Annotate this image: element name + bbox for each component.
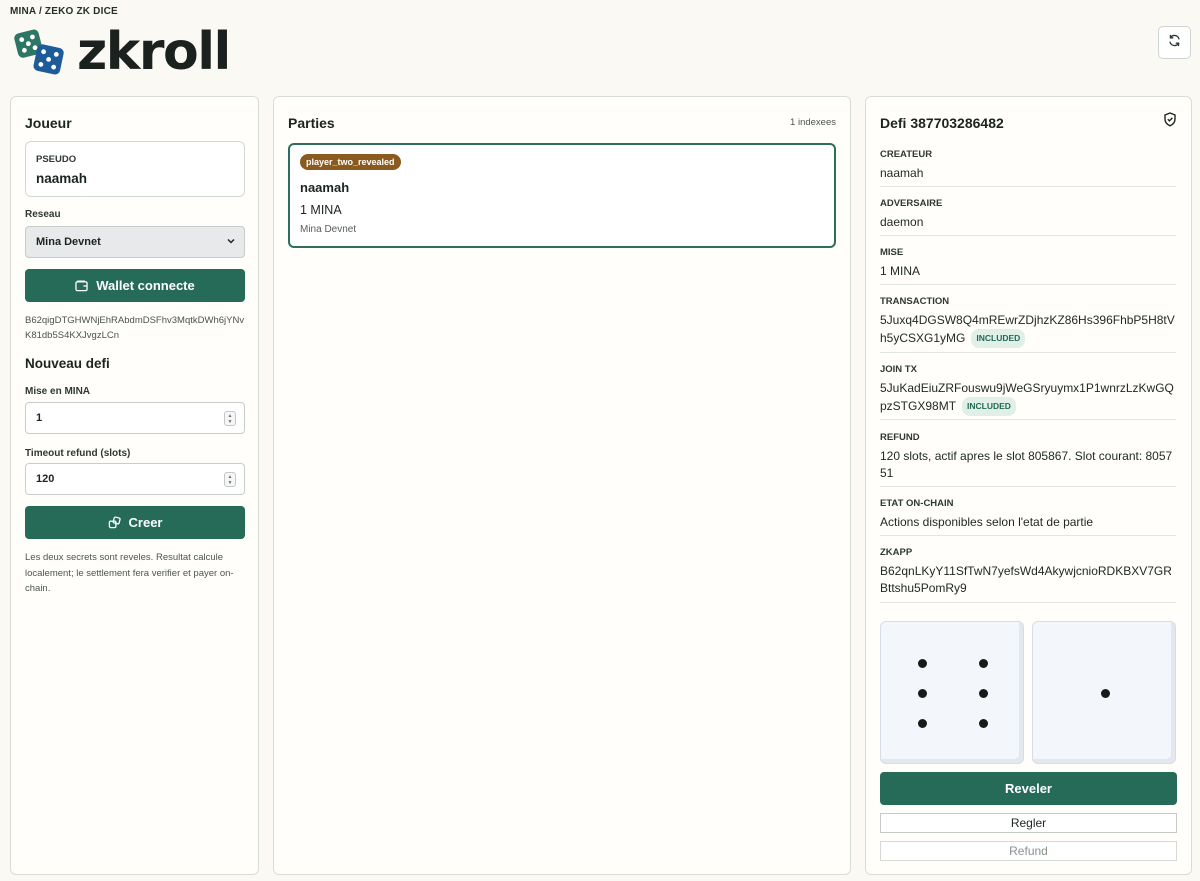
zkapp-label: ZKAPP bbox=[880, 547, 913, 558]
games-count: 1 indexees bbox=[790, 117, 836, 128]
refund-row: REFUND 120 slots, actif apres le slot 80… bbox=[880, 432, 1176, 487]
refund-value: 120 slots, actif apres le slot 805867. S… bbox=[880, 449, 1173, 480]
refresh-icon bbox=[1168, 34, 1181, 52]
timeout-label: Timeout refund (slots) bbox=[25, 448, 131, 459]
stake-row-value: 1 MINA bbox=[880, 264, 921, 278]
reveal-button[interactable]: Reveler bbox=[880, 772, 1177, 805]
transaction-label: TRANSACTION bbox=[880, 296, 950, 307]
app-title: zkroll bbox=[77, 22, 231, 82]
shield-icon bbox=[1163, 112, 1177, 132]
die-pip bbox=[978, 689, 988, 698]
creator-label: CREATEUR bbox=[880, 149, 933, 160]
die-pip bbox=[978, 658, 988, 668]
opponent-value: daemon bbox=[880, 215, 924, 229]
games-panel: Parties 1 indexees player_two_revealed n… bbox=[273, 96, 851, 875]
wallet-button[interactable]: Wallet connecte bbox=[25, 269, 245, 302]
network-value: Mina Devnet bbox=[36, 236, 101, 248]
refresh-button[interactable] bbox=[1158, 26, 1191, 59]
transaction-status-badge: INCLUDED bbox=[971, 329, 1026, 348]
pseudo-label: PSEUDO bbox=[36, 154, 77, 165]
die-pip bbox=[918, 719, 928, 729]
game-card[interactable]: player_two_revealed naamah 1 MINA Mina D… bbox=[288, 143, 836, 248]
create-button-label: Creer bbox=[128, 515, 163, 530]
zkapp-row: ZKAPP B62qnLKyY11SfTwN7yefsWd4AkywjcnioR… bbox=[880, 547, 1176, 603]
game-player-name: naamah bbox=[300, 180, 350, 195]
transaction-hash[interactable]: 5Juxq4DGSW8Q4mREwrZDjhzKZ86Hs396FhbP5H8t… bbox=[880, 313, 1175, 345]
die-two bbox=[1032, 621, 1176, 764]
zkapp-address[interactable]: B62qnLKyY11SfTwN7yefsWd4AkywjcnioRDKBXV7… bbox=[880, 563, 1176, 597]
timeout-input[interactable]: 120 ▲ ▼ bbox=[25, 463, 245, 495]
create-icon bbox=[108, 516, 121, 529]
stake-row-label: MISE bbox=[880, 247, 904, 258]
player-title: Joueur bbox=[25, 115, 72, 131]
join-tx-row: JOIN TX 5JuKadEiuZRFouswu9jWeGSryuymx1P1… bbox=[880, 364, 1176, 420]
dice-logo-icon bbox=[14, 27, 64, 77]
status-badge: player_two_revealed bbox=[300, 154, 401, 170]
brand: zkroll bbox=[14, 22, 231, 82]
wallet-icon bbox=[75, 279, 88, 292]
stake-row: MISE 1 MINA bbox=[880, 247, 1176, 285]
breadcrumb: MINA / ZEKO ZK DICE bbox=[10, 6, 118, 17]
chevron-down-icon bbox=[226, 236, 236, 249]
die-pip bbox=[918, 689, 928, 698]
new-challenge-title: Nouveau defi bbox=[25, 356, 110, 371]
die-pip bbox=[978, 719, 988, 729]
game-network: Mina Devnet bbox=[300, 224, 357, 235]
pseudo-value: naamah bbox=[36, 171, 88, 186]
player-panel: Joueur PSEUDO naamah Reseau Mina Devnet … bbox=[10, 96, 259, 875]
creator-value: naamah bbox=[880, 166, 924, 180]
network-label: Reseau bbox=[25, 209, 61, 220]
settle-button-label: Regler bbox=[1010, 816, 1047, 830]
die-pip bbox=[918, 658, 928, 668]
timeout-stepper[interactable]: ▲ ▼ bbox=[224, 472, 236, 487]
join-tx-hash[interactable]: 5JuKadEiuZRFouswu9jWeGSryuymx1P1wnrzLzKw… bbox=[880, 381, 1174, 413]
onchain-state-value: Actions disponibles selon l'etat de part… bbox=[880, 515, 1094, 529]
creator-row: CREATEUR naamah bbox=[880, 149, 1176, 187]
dice-area bbox=[880, 621, 1176, 764]
wallet-button-label: Wallet connecte bbox=[96, 278, 195, 293]
join-tx-label: JOIN TX bbox=[880, 364, 917, 375]
reveal-button-label: Reveler bbox=[1005, 781, 1052, 796]
die-pip bbox=[1100, 689, 1110, 698]
opponent-row: ADVERSAIRE daemon bbox=[880, 198, 1176, 236]
timeout-value: 120 bbox=[36, 473, 55, 485]
pseudo-field[interactable]: PSEUDO naamah bbox=[25, 141, 245, 197]
join-tx-status-badge: INCLUDED bbox=[962, 397, 1016, 416]
wallet-address: B62qigDTGHWNjEhRAbdmDSFhv3MqtkDWh6jYNvK8… bbox=[25, 315, 245, 341]
stake-stepper[interactable]: ▲ ▼ bbox=[224, 411, 236, 426]
opponent-label: ADVERSAIRE bbox=[880, 198, 943, 209]
refund-button-label: Refund bbox=[1009, 844, 1048, 858]
settle-button[interactable]: Regler bbox=[880, 813, 1177, 833]
die-one bbox=[880, 621, 1024, 764]
challenge-panel: Defi 387703286482 CREATEUR naamah ADVERS… bbox=[865, 96, 1192, 875]
onchain-state-label: ETAT ON-CHAIN bbox=[880, 498, 954, 509]
transaction-row: TRANSACTION 5Juxq4DGSW8Q4mREwrZDjhzKZ86H… bbox=[880, 296, 1176, 353]
stake-label: Mise en MINA bbox=[25, 386, 91, 397]
stake-input[interactable]: 1 ▲ ▼ bbox=[25, 402, 245, 434]
games-title: Parties bbox=[288, 115, 335, 131]
create-button[interactable]: Creer bbox=[25, 506, 245, 539]
refund-label: REFUND bbox=[880, 432, 920, 443]
stake-value: 1 bbox=[36, 412, 43, 424]
refund-button[interactable]: Refund bbox=[880, 841, 1177, 861]
onchain-state-row: ETAT ON-CHAIN Actions disponibles selon … bbox=[880, 498, 1176, 536]
game-stake: 1 MINA bbox=[300, 203, 342, 217]
challenge-title: Defi 387703286482 bbox=[880, 115, 1004, 131]
info-note: Les deux secrets sont reveles. Resultat … bbox=[25, 552, 234, 594]
network-select[interactable]: Mina Devnet bbox=[25, 226, 245, 258]
